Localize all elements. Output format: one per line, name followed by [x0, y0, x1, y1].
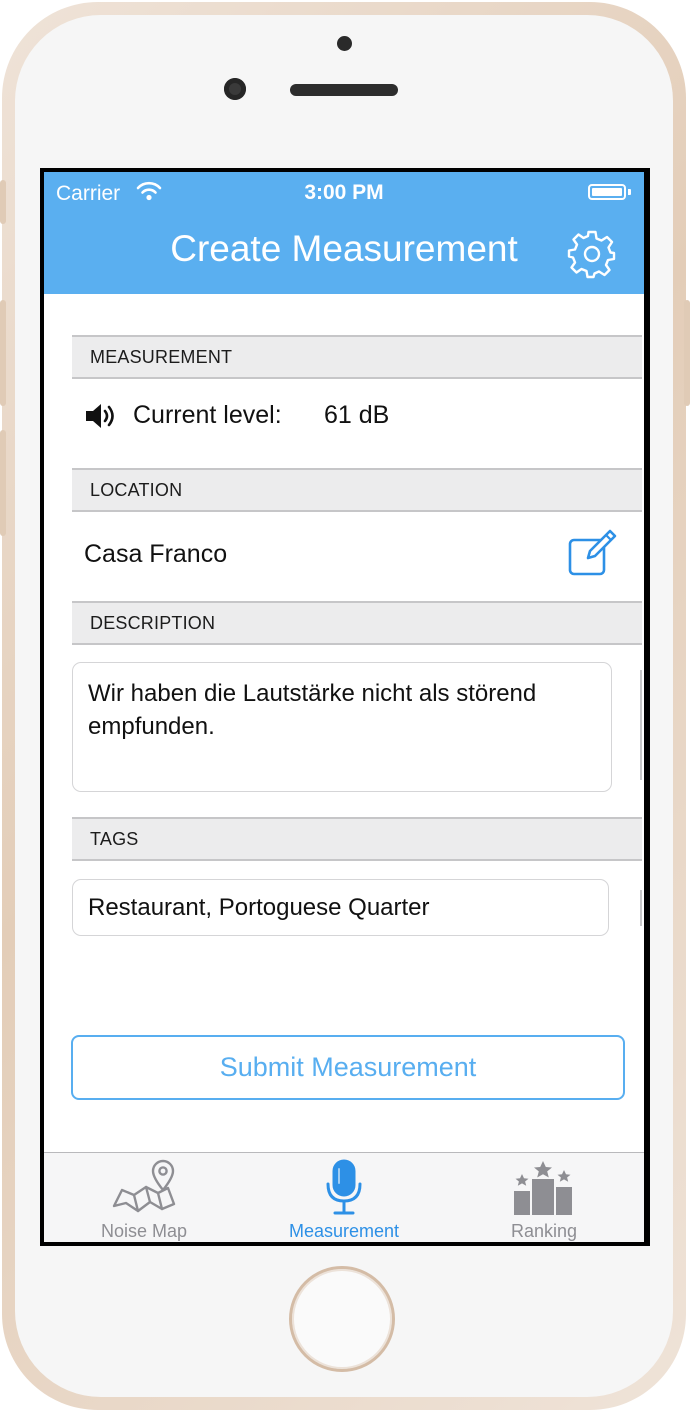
home-button[interactable]: [289, 1266, 395, 1372]
gear-icon[interactable]: [566, 228, 618, 280]
current-level-value: 61 dB: [324, 401, 390, 429]
tab-ranking[interactable]: Ranking: [444, 1153, 644, 1242]
location-name: Casa Franco: [84, 540, 228, 568]
app-viewport: Carrier 3:00 PM Create Measurement MEASU…: [44, 172, 644, 1242]
power-button: [684, 300, 690, 406]
speaker-icon: [86, 404, 114, 428]
navigation-bar: Carrier 3:00 PM Create Measurement: [44, 172, 644, 294]
tab-label: Ranking: [510, 1221, 578, 1241]
tab-measurement[interactable]: Measurement: [244, 1153, 444, 1242]
proximity-sensor: [337, 36, 352, 51]
description-textarea[interactable]: Wir haben die Lautstärke nicht als störe…: [72, 662, 612, 792]
tab-label: Measurement: [288, 1221, 400, 1241]
battery-icon: [588, 184, 626, 200]
status-bar: Carrier 3:00 PM: [44, 172, 644, 212]
map-pin-icon: [112, 1159, 176, 1213]
mute-switch: [0, 180, 6, 224]
current-level-label: Current level:: [133, 401, 282, 429]
tab-bar: Noise Map Measurement Ranking: [44, 1152, 644, 1242]
volume-up-button: [0, 300, 6, 406]
section-header-location: LOCATION: [72, 468, 642, 512]
battery-tip: [628, 189, 631, 195]
volume-down-button: [0, 430, 6, 536]
submit-measurement-button[interactable]: Submit Measurement: [71, 1035, 625, 1100]
tab-label: Noise Map: [100, 1221, 188, 1241]
screen: Carrier 3:00 PM Create Measurement MEASU…: [40, 168, 650, 1246]
status-time: 3:00 PM: [304, 181, 384, 204]
current-level-row: Current level: 61 dB: [84, 397, 624, 437]
description-scroll-indicator: [640, 670, 642, 780]
earpiece-speaker: [290, 84, 398, 96]
front-camera: [224, 78, 246, 100]
section-header-tags: TAGS: [72, 817, 642, 861]
page-title: Create Measurement: [170, 228, 518, 269]
section-header-measurement: MEASUREMENT: [72, 335, 642, 379]
podium-icon: [514, 1161, 572, 1215]
microphone-icon: [326, 1159, 362, 1215]
section-header-description: DESCRIPTION: [72, 601, 642, 645]
tags-input[interactable]: [72, 879, 609, 936]
edit-icon[interactable]: [566, 528, 618, 580]
tags-scroll-indicator: [640, 890, 642, 926]
tab-noise-map[interactable]: Noise Map: [44, 1153, 244, 1242]
